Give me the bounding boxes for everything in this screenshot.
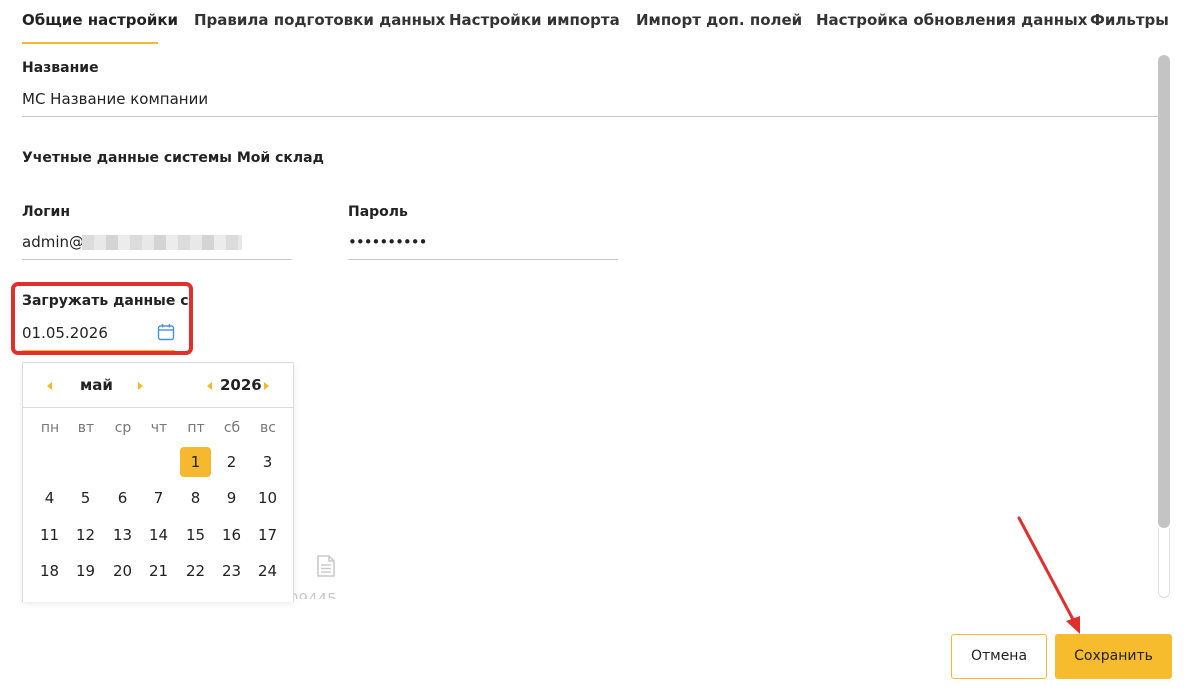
datepicker-day[interactable]: 14	[143, 520, 174, 550]
datepicker-day[interactable]: 21	[143, 556, 174, 586]
login-label: Логин	[22, 204, 71, 220]
datepicker-day[interactable]: 19	[70, 556, 101, 586]
password-label: Пароль	[348, 204, 408, 220]
name-input[interactable]: МС Название компании	[22, 90, 208, 108]
datepicker-day[interactable]: 10	[252, 483, 283, 513]
tab-general-settings[interactable]: Общие настройки	[22, 11, 178, 29]
tab-extra-fields-import[interactable]: Импорт доп. полей	[636, 11, 802, 29]
load-from-input-underline	[22, 350, 175, 351]
next-month-icon[interactable]	[138, 382, 143, 390]
datepicker-header: май 2026	[23, 363, 293, 408]
datepicker-day-selected[interactable]: 1	[180, 447, 211, 477]
background-partial-text: 09445	[289, 590, 337, 599]
datepicker-day[interactable]: 18	[34, 556, 65, 586]
weekday-label: вт	[77, 420, 95, 436]
login-redacted	[82, 235, 242, 250]
datepicker-day[interactable]: 22	[180, 556, 211, 586]
datepicker-day[interactable]: 17	[252, 520, 283, 550]
save-button[interactable]: Сохранить	[1055, 634, 1172, 679]
weekday-label: пт	[187, 420, 205, 436]
datepicker-month[interactable]: май	[80, 376, 113, 394]
tab-data-update-settings[interactable]: Настройка обновления данных	[816, 11, 1087, 29]
datepicker-day[interactable]: 24	[252, 556, 283, 586]
weekday-label: чт	[150, 420, 168, 436]
tab-filters[interactable]: Фильтры	[1090, 11, 1169, 29]
datepicker-day[interactable]: 12	[70, 520, 101, 550]
cancel-button[interactable]: Отмена	[951, 634, 1047, 679]
weekday-label: сб	[223, 420, 241, 436]
tab-bar: Общие настройки Правила подготовки данны…	[0, 0, 1191, 44]
datepicker-year[interactable]: 2026	[220, 376, 262, 394]
datepicker-day[interactable]: 23	[216, 556, 247, 586]
password-input-underline	[348, 259, 618, 260]
prev-year-icon[interactable]	[207, 382, 212, 390]
calendar-icon[interactable]	[157, 323, 175, 341]
scrollbar-lower-track	[1158, 528, 1170, 598]
weekday-label: пн	[40, 420, 60, 436]
load-from-date-input[interactable]: 01.05.2026	[22, 324, 108, 342]
datepicker-day[interactable]: 9	[216, 483, 247, 513]
login-input-underline	[22, 259, 292, 260]
active-tab-indicator	[22, 42, 158, 44]
prev-month-icon[interactable]	[47, 382, 52, 390]
next-year-icon[interactable]	[264, 382, 269, 390]
datepicker-popup: май 2026 пн вт ср чт пт сб вс 1 2 3 4 5 6 7 8 9 10 11 12 13…	[22, 362, 294, 602]
datepicker-day[interactable]: 3	[252, 447, 283, 477]
tab-data-preparation-rules[interactable]: Правила подготовки данных	[194, 11, 445, 29]
datepicker-day[interactable]: 2	[216, 447, 247, 477]
password-input[interactable]: ••••••••••	[348, 233, 427, 251]
login-input[interactable]: admin@	[22, 233, 84, 251]
datepicker-day[interactable]: 16	[216, 520, 247, 550]
scrollbar-thumb[interactable]	[1158, 55, 1170, 528]
credentials-section-title: Учетные данные системы Мой склад	[22, 150, 324, 166]
name-input-underline	[22, 116, 1158, 117]
datepicker-day[interactable]: 13	[107, 520, 138, 550]
document-icon[interactable]	[316, 555, 336, 577]
datepicker-day[interactable]: 15	[180, 520, 211, 550]
datepicker-day[interactable]: 8	[180, 483, 211, 513]
datepicker-day[interactable]: 11	[34, 520, 65, 550]
datepicker-day[interactable]: 5	[70, 483, 101, 513]
load-from-label: Загружать данные с	[22, 293, 189, 309]
annotation-arrow-icon	[1017, 516, 1080, 634]
name-label: Название	[22, 60, 99, 76]
tab-import-settings[interactable]: Настройки импорта	[449, 11, 620, 29]
datepicker-day[interactable]: 20	[107, 556, 138, 586]
datepicker-day[interactable]: 4	[34, 483, 65, 513]
datepicker-day[interactable]: 6	[107, 483, 138, 513]
datepicker-day[interactable]: 7	[143, 483, 174, 513]
weekday-label: вс	[260, 420, 276, 436]
weekday-label: ср	[114, 420, 132, 436]
